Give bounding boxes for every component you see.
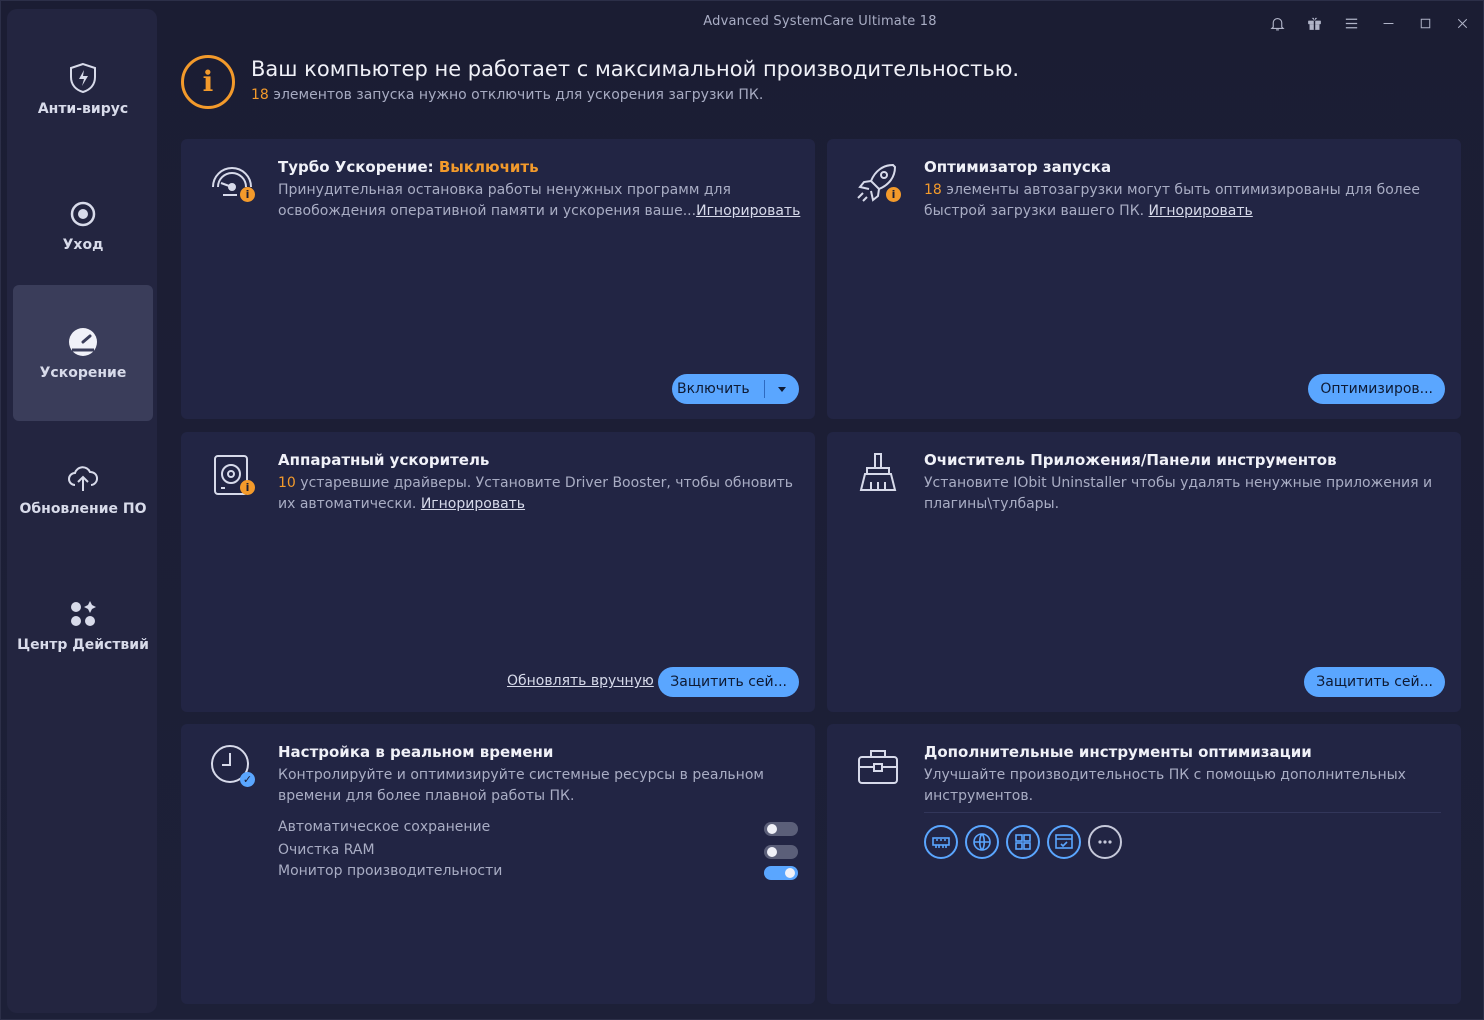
- turbo-gauge-icon: i: [207, 157, 257, 207]
- card-title: Очиститель Приложения/Панели инструменто…: [924, 451, 1337, 469]
- sidebar-item-update[interactable]: Обновление ПО: [13, 421, 153, 557]
- card-title: Дополнительные инструменты оптимизации: [924, 743, 1312, 761]
- hard-drive-icon: i: [207, 450, 257, 500]
- cloud-upload-icon: [68, 466, 98, 491]
- performance-monitor-toggle[interactable]: [764, 866, 798, 880]
- toggle-row: Автоматическое сохранение: [278, 819, 798, 840]
- sidebar-item-label: Анти-вирус: [37, 101, 129, 117]
- card-description: Улучшайте производительность ПК с помощь…: [924, 767, 1406, 804]
- alert-count: 18: [251, 87, 269, 103]
- more-icon[interactable]: [1088, 825, 1122, 859]
- rocket-icon: i: [853, 157, 903, 207]
- speedometer-icon: [69, 328, 97, 356]
- sidebar-item-antivirus[interactable]: Анти-вирус: [13, 21, 153, 157]
- menu-icon[interactable]: [1336, 9, 1366, 37]
- sidebar-item-action-center[interactable]: Центр Действий: [13, 557, 153, 693]
- warning-badge: i: [886, 187, 901, 202]
- protect-now-button[interactable]: Защитить сей...: [1304, 667, 1445, 697]
- card-description: 10 устаревшие драйверы. Установите Drive…: [278, 475, 794, 512]
- turbo-status: Выключить: [438, 158, 539, 176]
- card-title: Турбо Ускорение: Выключить: [278, 158, 539, 176]
- apps-grid-icon: [71, 601, 96, 626]
- sidebar-item-label: Уход: [62, 237, 104, 253]
- care-cycle-icon: [70, 201, 96, 227]
- maximize-icon[interactable]: [1410, 9, 1440, 37]
- optimize-button[interactable]: Оптимизиров...: [1308, 374, 1445, 404]
- card-description: Установите IObit Uninstaller чтобы удаля…: [924, 475, 1433, 512]
- sidebar: Анти-вирус Уход Ускорение Обновление ПО …: [7, 9, 157, 1013]
- sidebar-item-label: Центр Действий: [17, 637, 149, 653]
- info-icon: i: [181, 55, 235, 109]
- card-description: 18 элементы автозагрузки могут быть опти…: [924, 182, 1420, 219]
- card-description: Контролируйте и оптимизируйте системные …: [278, 767, 764, 804]
- warning-badge: i: [240, 187, 255, 202]
- broom-icon: [853, 450, 903, 500]
- close-icon[interactable]: [1447, 9, 1477, 37]
- tool-icons: [924, 825, 1122, 859]
- card-description: Принудительная остановка работы ненужных…: [278, 182, 801, 219]
- chevron-down-icon[interactable]: [765, 385, 799, 393]
- toolbox-icon: [853, 742, 903, 792]
- update-manually-link[interactable]: Обновлять вручную: [507, 673, 654, 689]
- title-bar: Advanced SystemCare Ultimate 18: [157, 1, 1483, 45]
- protect-now-button[interactable]: Защитить сей...: [658, 667, 799, 697]
- shield-bolt-icon: [70, 62, 96, 94]
- ram-clean-toggle[interactable]: [764, 845, 798, 859]
- realtime-tuning-card: ✓ Настройка в реальном времени Контролир…: [181, 724, 815, 1004]
- optimization-tools-card: Дополнительные инструменты оптимизации У…: [827, 724, 1461, 1004]
- hardware-accelerator-card: i Аппаратный ускоритель 10 устаревшие др…: [181, 432, 815, 712]
- card-title: Аппаратный ускоритель: [278, 451, 490, 469]
- toggle-row: Монитор производительности: [278, 863, 798, 884]
- bell-icon[interactable]: [1262, 9, 1292, 37]
- sidebar-item-care[interactable]: Уход: [13, 157, 153, 293]
- ignore-link[interactable]: Игнорировать: [421, 496, 525, 512]
- minimize-icon[interactable]: [1373, 9, 1403, 37]
- gift-icon[interactable]: [1299, 9, 1329, 37]
- card-title: Оптимизатор запуска: [924, 158, 1112, 176]
- card-title: Настройка в реальном времени: [278, 743, 554, 761]
- clock-icon: ✓: [207, 742, 257, 792]
- auto-save-toggle[interactable]: [764, 822, 798, 836]
- enable-turbo-button[interactable]: Включить: [672, 374, 799, 404]
- toolbar-cleaner-card: Очиститель Приложения/Панели инструменто…: [827, 432, 1461, 712]
- alert-subtitle: 18 элементов запуска нужно отключить для…: [251, 87, 764, 103]
- internet-booster-icon[interactable]: [965, 825, 999, 859]
- window-controls: [1262, 9, 1477, 37]
- alert-title: Ваш компьютер не работает с максимальной…: [251, 57, 1020, 81]
- sidebar-item-label: Обновление ПО: [19, 501, 147, 517]
- apps-icon[interactable]: [1006, 825, 1040, 859]
- ignore-link[interactable]: Игнорировать: [1149, 203, 1253, 219]
- ignore-link[interactable]: Игнорировать: [696, 203, 800, 219]
- divider: [924, 812, 1441, 813]
- app-window: Advanced SystemCare Ultimate 18 Анти-вир…: [0, 0, 1484, 1020]
- startup-optimizer-card: i Оптимизатор запуска 18 элементы автоза…: [827, 139, 1461, 419]
- turbo-boost-card: i Турбо Ускорение: Выключить Принудитель…: [181, 139, 815, 419]
- ram-icon[interactable]: [924, 825, 958, 859]
- sidebar-item-speedup[interactable]: Ускорение: [13, 285, 153, 421]
- check-badge: ✓: [240, 772, 255, 787]
- window-check-icon[interactable]: [1047, 825, 1081, 859]
- toggle-row: Очистка RAM: [278, 842, 798, 863]
- warning-badge: i: [240, 480, 255, 495]
- sidebar-item-label: Ускорение: [39, 365, 127, 381]
